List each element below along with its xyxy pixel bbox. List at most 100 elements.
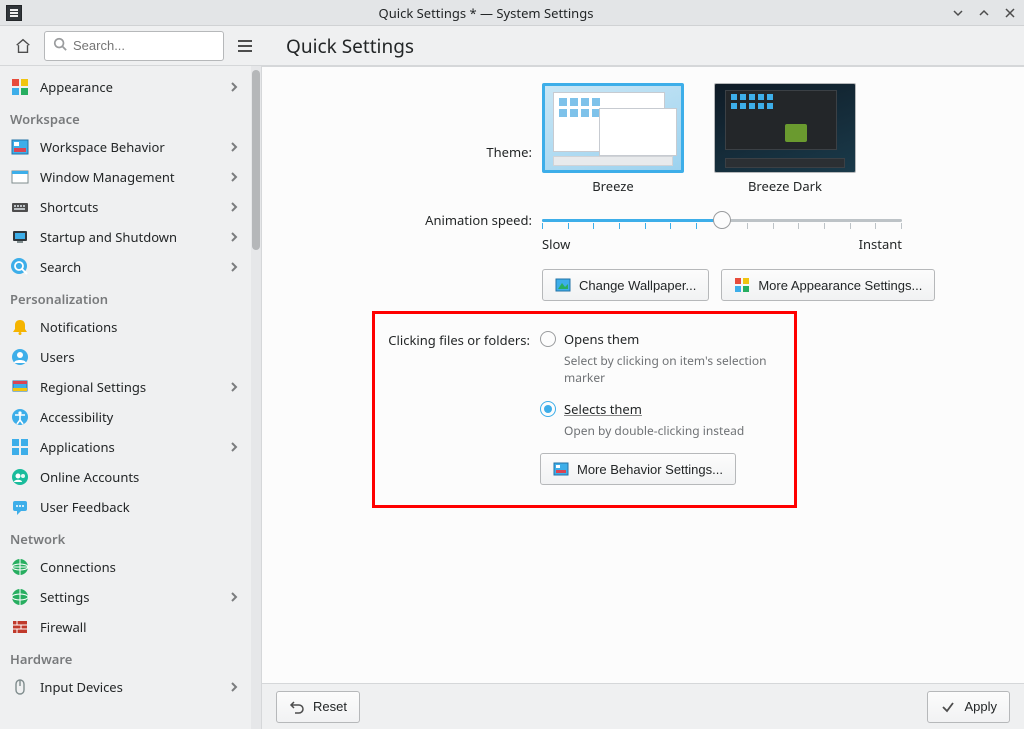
more-appearance-label: More Appearance Settings... (758, 278, 922, 293)
theme-breeze-dark[interactable]: Breeze Dark (714, 83, 856, 195)
sidebar-item-accessibility[interactable]: Accessibility (0, 402, 251, 432)
sidebar-item-label: Accessibility (40, 408, 241, 426)
window-controls (950, 5, 1018, 21)
radio-opens-label: Opens them (564, 330, 639, 348)
radio-selects-hint: Open by double-clicking instead (564, 422, 784, 439)
radio-selects-input[interactable] (540, 401, 556, 417)
sidebar-item-label: User Feedback (40, 498, 241, 516)
sidebar-item-net-settings[interactable]: Settings (0, 582, 251, 612)
radio-selects-label: Selects them (564, 400, 642, 418)
clicking-files-label: Clicking files or folders: (385, 330, 540, 485)
more-behavior-label: More Behavior Settings... (577, 462, 723, 477)
sidebar-list: AppearanceWorkspaceWorkspace BehaviorWin… (0, 66, 251, 729)
theme-breeze[interactable]: Breeze (542, 83, 684, 195)
slider-min-label: Slow (542, 235, 570, 253)
firewall-icon (10, 617, 30, 637)
chevron-right-icon (227, 202, 241, 212)
animation-slider[interactable]: Slow Instant (542, 205, 902, 253)
chevron-right-icon (227, 82, 241, 92)
accessibility-icon (10, 407, 30, 427)
theme-options: Breeze Breeze Dark (542, 83, 994, 195)
applications-icon (10, 437, 30, 457)
wallpaper-icon (555, 277, 571, 293)
reset-button[interactable]: Reset (276, 691, 360, 723)
sidebar-item-search[interactable]: Search (0, 252, 251, 282)
slider-handle[interactable] (713, 211, 731, 229)
window: Quick Settings * — System Settings Quick… (0, 0, 1024, 729)
sidebar-item-label: Settings (40, 588, 217, 606)
radio-opens-them[interactable]: Opens them (540, 330, 784, 348)
search-icon (10, 257, 30, 277)
theme-breeze-dark-thumbnail (714, 83, 856, 173)
change-wallpaper-button[interactable]: Change Wallpaper... (542, 269, 709, 301)
chevron-right-icon (227, 262, 241, 272)
menu-button[interactable] (230, 30, 260, 62)
sidebar-group-header: Workspace (0, 102, 251, 132)
sidebar-item-firewall[interactable]: Firewall (0, 612, 251, 642)
window-title: Quick Settings * — System Settings (22, 4, 950, 22)
sidebar-item-user-feedback[interactable]: User Feedback (0, 492, 251, 522)
radio-selects-them[interactable]: Selects them (540, 400, 784, 418)
appearance-icon (734, 277, 750, 293)
sidebar-item-workspace-behavior[interactable]: Workspace Behavior (0, 132, 251, 162)
sidebar-item-label: Users (40, 348, 241, 366)
apply-button[interactable]: Apply (927, 691, 1010, 723)
sidebar-item-label: Applications (40, 438, 217, 456)
theme-breeze-label: Breeze (542, 177, 684, 195)
page-title: Quick Settings (286, 33, 414, 59)
sidebar-item-applications[interactable]: Applications (0, 432, 251, 462)
sidebar-item-startup-shutdown[interactable]: Startup and Shutdown (0, 222, 251, 252)
undo-icon (289, 699, 305, 715)
more-appearance-button[interactable]: More Appearance Settings... (721, 269, 935, 301)
chevron-right-icon (227, 592, 241, 602)
body: AppearanceWorkspaceWorkspace BehaviorWin… (0, 66, 1024, 729)
chevron-right-icon (227, 142, 241, 152)
sidebar-item-label: Connections (40, 558, 241, 576)
sidebar-item-users[interactable]: Users (0, 342, 251, 372)
search-input[interactable] (73, 38, 249, 53)
footer: Reset Apply (262, 683, 1024, 729)
check-icon (940, 699, 956, 715)
slider-max-label: Instant (859, 235, 902, 253)
sidebar-item-regional[interactable]: Regional Settings (0, 372, 251, 402)
sidebar-item-label: Regional Settings (40, 378, 217, 396)
online-accounts-icon (10, 467, 30, 487)
sidebar-group-header: Network (0, 522, 251, 552)
home-button[interactable] (8, 30, 38, 62)
sidebar-item-label: Notifications (40, 318, 241, 336)
chevron-right-icon (227, 442, 241, 452)
connections-icon (10, 557, 30, 577)
theme-label: Theme: (292, 83, 542, 161)
sidebar-item-appearance[interactable]: Appearance (0, 72, 251, 102)
radio-opens-input[interactable] (540, 331, 556, 347)
sidebar-item-input-devices[interactable]: Input Devices (0, 672, 251, 702)
chevron-right-icon (227, 682, 241, 692)
app-icon (6, 5, 22, 21)
sidebar-scrollbar[interactable] (251, 66, 261, 729)
toolbar: Quick Settings (0, 26, 1024, 66)
behavior-icon (553, 461, 569, 477)
sidebar-item-online-accounts[interactable]: Online Accounts (0, 462, 251, 492)
change-wallpaper-label: Change Wallpaper... (579, 278, 696, 293)
sidebar-item-shortcuts[interactable]: Shortcuts (0, 192, 251, 222)
minimize-button[interactable] (950, 5, 966, 21)
sidebar-group-header: Hardware (0, 642, 251, 672)
sidebar-item-connections[interactable]: Connections (0, 552, 251, 582)
sidebar-item-label: Startup and Shutdown (40, 228, 217, 246)
regional-icon (10, 377, 30, 397)
window-management-icon (10, 167, 30, 187)
more-behavior-button[interactable]: More Behavior Settings... (540, 453, 736, 485)
search-icon (53, 37, 67, 55)
reset-label: Reset (313, 699, 347, 714)
appearance-icon (10, 77, 30, 97)
radio-opens-hint: Select by clicking on item's selection m… (564, 352, 784, 386)
content-inner: Theme: Breeze (262, 67, 1024, 683)
search-box[interactable] (44, 31, 224, 61)
sidebar-item-window-management[interactable]: Window Management (0, 162, 251, 192)
animation-label: Animation speed: (292, 205, 542, 229)
theme-breeze-dark-label: Breeze Dark (714, 177, 856, 195)
scrollbar-thumb[interactable] (252, 70, 260, 250)
close-button[interactable] (1002, 5, 1018, 21)
sidebar-item-notifications[interactable]: Notifications (0, 312, 251, 342)
maximize-button[interactable] (976, 5, 992, 21)
